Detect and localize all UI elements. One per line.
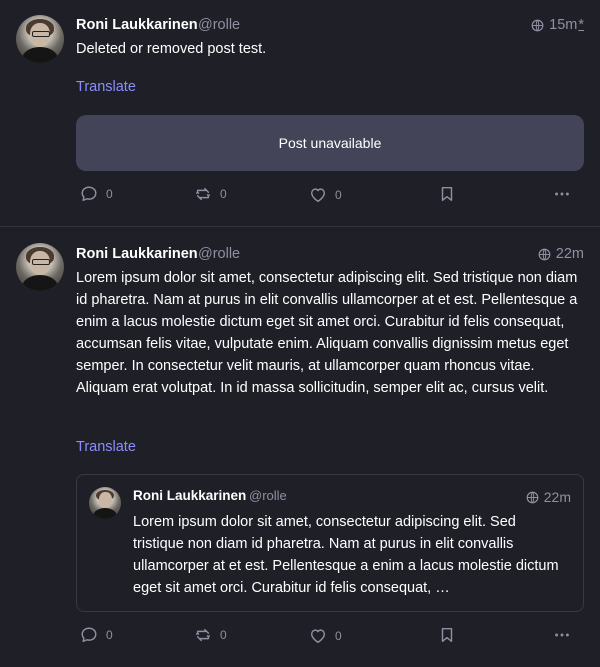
- post-content: Lorem ipsum dolor sit amet, consectetur …: [76, 270, 578, 396]
- edited-marker[interactable]: *: [578, 17, 584, 33]
- avatar[interactable]: [16, 243, 64, 291]
- globe-icon: [531, 19, 544, 31]
- avatar[interactable]: [16, 15, 64, 63]
- quoted-post[interactable]: Roni Laukkarinen @rolle 22m Lorem ipsum …: [76, 474, 584, 612]
- quoted-author-handle[interactable]: @rolle: [249, 488, 287, 503]
- reply-icon: [81, 627, 97, 643]
- translate-button[interactable]: Translate: [76, 79, 136, 95]
- post-unavailable-card: Post unavailable: [76, 115, 584, 171]
- post-actions: 0 0 0: [76, 185, 586, 207]
- more-button[interactable]: [553, 626, 571, 644]
- reply-button[interactable]: 0: [80, 626, 113, 644]
- author-handle[interactable]: @rolle: [198, 246, 240, 262]
- boost-button[interactable]: 0: [194, 185, 227, 203]
- bookmark-icon: [441, 627, 453, 643]
- favourite-button[interactable]: 0: [309, 186, 342, 204]
- post-timestamp[interactable]: 15m *: [531, 17, 584, 33]
- author-handle[interactable]: @rolle: [198, 17, 240, 33]
- post-content: Deleted or removed post test.: [76, 41, 267, 57]
- quoted-post-timestamp[interactable]: 22m: [526, 489, 571, 505]
- boost-icon: [195, 187, 211, 201]
- post-timestamp[interactable]: 22m: [538, 246, 584, 262]
- author-name[interactable]: Roni Laukkarinen: [76, 246, 198, 262]
- quoted-post-content: Lorem ipsum dolor sit amet, consectetur …: [133, 514, 559, 596]
- post-actions: 0 0 0: [76, 626, 586, 648]
- heart-icon: [310, 629, 326, 644]
- bookmark-button[interactable]: [438, 626, 456, 644]
- more-icon: [555, 192, 569, 196]
- author-name[interactable]: Roni Laukkarinen: [76, 17, 198, 33]
- more-icon: [555, 633, 569, 637]
- reply-button[interactable]: 0: [80, 185, 113, 203]
- boost-icon: [195, 628, 211, 642]
- post[interactable]: Roni Laukkarinen @rolle 15m * Deleted or …: [0, 0, 600, 227]
- reply-icon: [81, 186, 97, 202]
- favourite-button[interactable]: 0: [309, 627, 342, 645]
- more-button[interactable]: [553, 185, 571, 203]
- heart-icon: [310, 188, 326, 203]
- boost-button[interactable]: 0: [194, 626, 227, 644]
- bookmark-button[interactable]: [438, 185, 456, 203]
- quoted-author-name[interactable]: Roni Laukkarinen: [133, 488, 246, 503]
- globe-icon: [526, 491, 539, 503]
- translate-button[interactable]: Translate: [76, 439, 136, 455]
- globe-icon: [538, 248, 551, 260]
- bookmark-icon: [441, 186, 453, 202]
- post[interactable]: Roni Laukkarinen @rolle 22m Lorem ipsum …: [0, 227, 600, 667]
- avatar[interactable]: [89, 487, 121, 519]
